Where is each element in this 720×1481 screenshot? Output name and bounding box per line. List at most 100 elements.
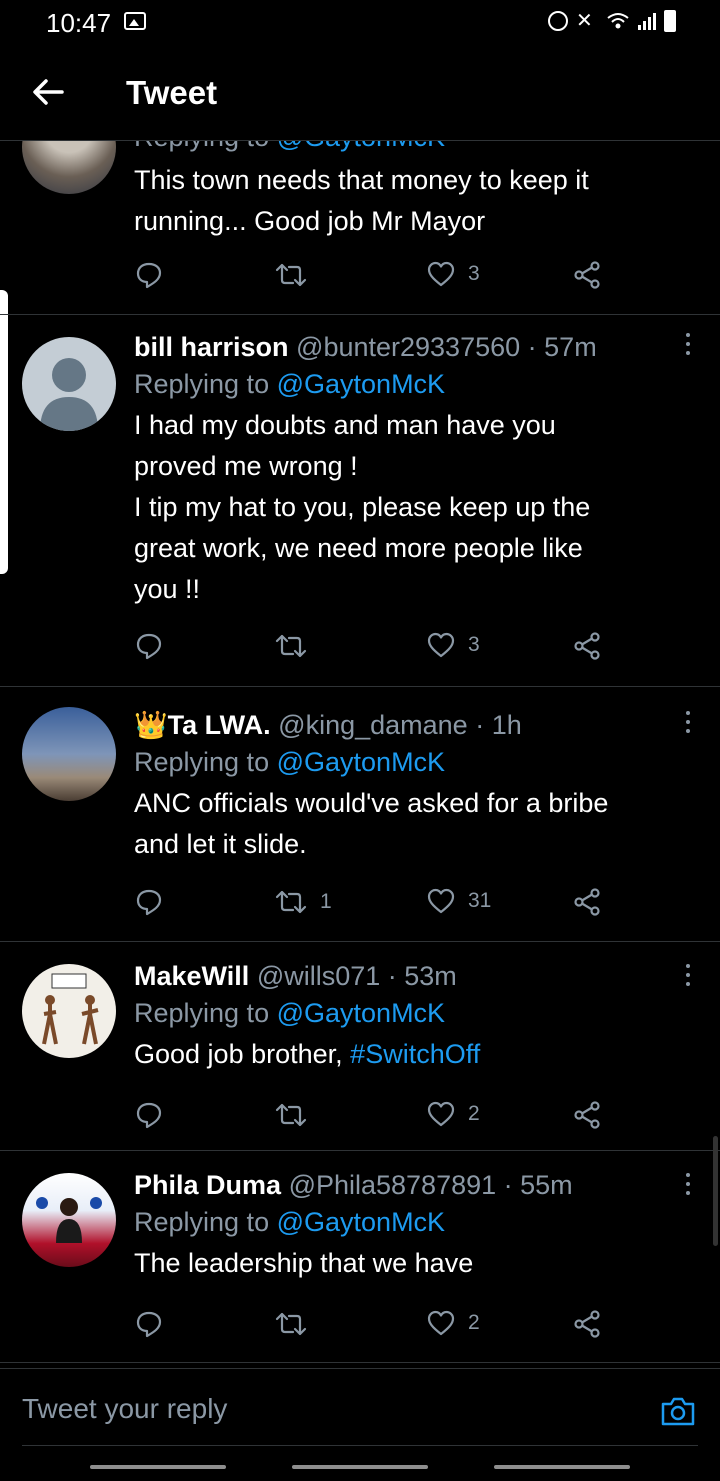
- input-underline: [22, 1445, 698, 1446]
- retweet-button[interactable]: 1: [274, 887, 332, 917]
- like-button[interactable]: 3: [426, 260, 480, 288]
- like-button[interactable]: 2: [426, 1100, 480, 1128]
- like-icon: [427, 261, 455, 287]
- tweet-text-line: and let it slide.: [134, 829, 307, 859]
- like-icon: [427, 1310, 455, 1336]
- share-button[interactable]: [572, 260, 602, 290]
- signal-icon: [638, 12, 656, 30]
- reply-button[interactable]: [134, 631, 164, 661]
- page-title: Tweet: [126, 74, 218, 111]
- avatar[interactable]: [22, 337, 116, 431]
- user-handle[interactable]: @wills071: [257, 961, 380, 991]
- share-button[interactable]: [572, 887, 602, 917]
- more-icon[interactable]: [684, 711, 692, 737]
- status-bar: 10:47 ✕: [0, 0, 720, 44]
- share-icon: [574, 261, 600, 289]
- user-handle[interactable]: @bunter29337560: [296, 332, 520, 362]
- share-icon: [574, 1101, 600, 1129]
- retweet-button[interactable]: [274, 1100, 320, 1130]
- like-count: 31: [468, 889, 492, 912]
- reply-tweet[interactable]: Phila Duma @Phila58787891 · 55m Replying…: [0, 1151, 720, 1363]
- back-arrow-icon[interactable]: [30, 74, 66, 110]
- retweet-button[interactable]: [274, 631, 320, 661]
- share-icon: [574, 888, 600, 916]
- reply-input[interactable]: Tweet your reply: [22, 1393, 227, 1425]
- hashtag-link[interactable]: #SwitchOff: [350, 1039, 480, 1069]
- retweet-icon: [275, 1312, 307, 1336]
- reply-button[interactable]: [134, 1100, 164, 1130]
- share-button[interactable]: [572, 1309, 602, 1339]
- like-button[interactable]: 3: [426, 631, 480, 659]
- tweet-text-line: ANC officials would've asked for a bribe: [134, 788, 609, 818]
- tweet-time: · 1h: [475, 710, 522, 740]
- display-name[interactable]: Phila Duma: [134, 1170, 281, 1200]
- replying-to-label: Replying to: [134, 1207, 270, 1237]
- more-icon[interactable]: [684, 333, 692, 359]
- reply-button[interactable]: [134, 260, 164, 290]
- reply-icon: [136, 262, 162, 289]
- replying-to: Replying to @GaytonMcK: [134, 365, 690, 403]
- retweet-button[interactable]: [274, 1309, 320, 1339]
- share-icon: [574, 1310, 600, 1338]
- avatar[interactable]: [22, 707, 116, 801]
- share-button[interactable]: [572, 631, 602, 661]
- nav-back-button[interactable]: [494, 1465, 630, 1469]
- display-name[interactable]: MakeWill: [134, 961, 249, 991]
- tweet-time: · 55m: [503, 1170, 573, 1200]
- tweet-text: ANC officials would've asked for a bribe…: [134, 783, 690, 865]
- share-button[interactable]: [572, 1100, 602, 1130]
- reply-tweet[interactable]: 👑Ta LWA. @king_damane · 1h Replying to @…: [0, 687, 720, 942]
- scrollbar[interactable]: [713, 1136, 718, 1246]
- app-bar: Tweet: [0, 44, 720, 141]
- like-count: 3: [468, 262, 480, 285]
- display-name[interactable]: Ta LWA.: [168, 710, 271, 740]
- tweet-text-plain: Good job brother,: [134, 1039, 343, 1069]
- nav-home-button[interactable]: [292, 1465, 428, 1469]
- nav-recents-button[interactable]: [90, 1465, 226, 1469]
- replying-to: Replying to @GaytonMcK: [134, 743, 690, 781]
- reply-tweet[interactable]: Replying to @GaytonMcK This town needs t…: [0, 140, 720, 315]
- avatar[interactable]: [22, 140, 116, 194]
- tweet-text: The leadership that we have: [134, 1248, 474, 1278]
- mention-link[interactable]: @GaytonMcK: [277, 998, 445, 1028]
- like-count: 2: [468, 1102, 480, 1125]
- like-count: 2: [468, 1311, 480, 1334]
- battery-icon: [664, 10, 676, 32]
- tweet-text-line: I had my doubts and man have you: [134, 410, 556, 440]
- replying-to: Replying to @GaytonMcK: [134, 1203, 690, 1241]
- tweet-text: Good job brother, #SwitchOff: [134, 1034, 690, 1075]
- system-nav-bar: [0, 1452, 720, 1480]
- mention-link[interactable]: @GaytonMcK: [277, 747, 445, 777]
- like-button[interactable]: 31: [426, 887, 491, 915]
- retweet-icon: [275, 890, 307, 914]
- mention-link[interactable]: @GaytonMcK: [277, 140, 445, 152]
- default-avatar-icon: [40, 358, 98, 431]
- avatar[interactable]: [22, 1173, 116, 1267]
- wifi-icon: [607, 13, 629, 29]
- tweet-actions: 2: [134, 1309, 634, 1349]
- like-count: 3: [468, 633, 480, 656]
- replies-list[interactable]: Replying to @GaytonMcK This town needs t…: [0, 140, 720, 1368]
- mention-link[interactable]: @GaytonMcK: [277, 369, 445, 399]
- reply-icon: [136, 889, 162, 916]
- tweet-time: · 53m: [387, 961, 457, 991]
- more-icon[interactable]: [684, 1173, 692, 1199]
- reply-button[interactable]: [134, 1309, 164, 1339]
- user-handle[interactable]: @Phila58787891: [289, 1170, 497, 1200]
- more-icon[interactable]: [684, 964, 692, 990]
- reply-icon: [136, 1311, 162, 1338]
- reply-tweet[interactable]: bill harrison @bunter29337560 · 57m Repl…: [0, 315, 720, 687]
- share-icon: [574, 632, 600, 660]
- retweet-count: 1: [320, 890, 332, 913]
- retweet-button[interactable]: [274, 260, 320, 290]
- display-name[interactable]: bill harrison: [134, 332, 289, 362]
- retweet-icon: [275, 634, 307, 658]
- mention-link[interactable]: @GaytonMcK: [277, 1207, 445, 1237]
- reply-button[interactable]: [134, 887, 164, 917]
- camera-icon[interactable]: [660, 1395, 696, 1427]
- reply-tweet[interactable]: MakeWill @wills071 · 53m Replying to @Ga…: [0, 942, 720, 1151]
- avatar[interactable]: [22, 964, 116, 1058]
- user-handle[interactable]: @king_damane: [278, 710, 468, 740]
- like-button[interactable]: 2: [426, 1309, 480, 1337]
- reply-icon: [136, 633, 162, 660]
